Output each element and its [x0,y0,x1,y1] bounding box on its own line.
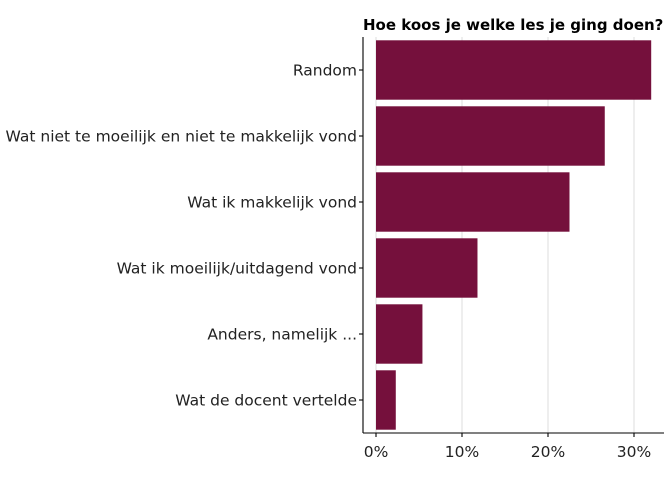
x-tick-label: 10% [445,443,479,461]
x-tick-label: 30% [617,443,651,461]
category-label: Wat ik makkelijk vond [187,194,357,212]
bar-1 [376,106,605,166]
bar-5 [376,370,396,430]
chart-title: Hoe koos je welke les je ging doen? [363,16,663,34]
category-label: Wat de docent vertelde [175,392,357,410]
bars [376,40,652,430]
bar-4 [376,304,423,364]
bar-2 [376,172,570,232]
category-label: Wat niet te moeilijk en niet te makkelij… [6,128,357,146]
y-axis: Random Wat niet te moeilijk en niet te ma… [6,37,364,433]
x-tick-label: 20% [531,443,565,461]
x-axis: 0% 10% 20% 30% [363,432,664,461]
category-label: Wat ik moeilijk/uitdagend vond [117,260,357,278]
x-tick-label: 0% [364,443,389,461]
bar-0 [376,40,652,100]
category-label: Anders, namelijk ... [207,326,357,344]
category-label: Random [293,62,357,80]
bar-chart: Hoe koos je welke les je ging doen? Rand… [6,16,664,461]
bar-3 [376,238,478,298]
